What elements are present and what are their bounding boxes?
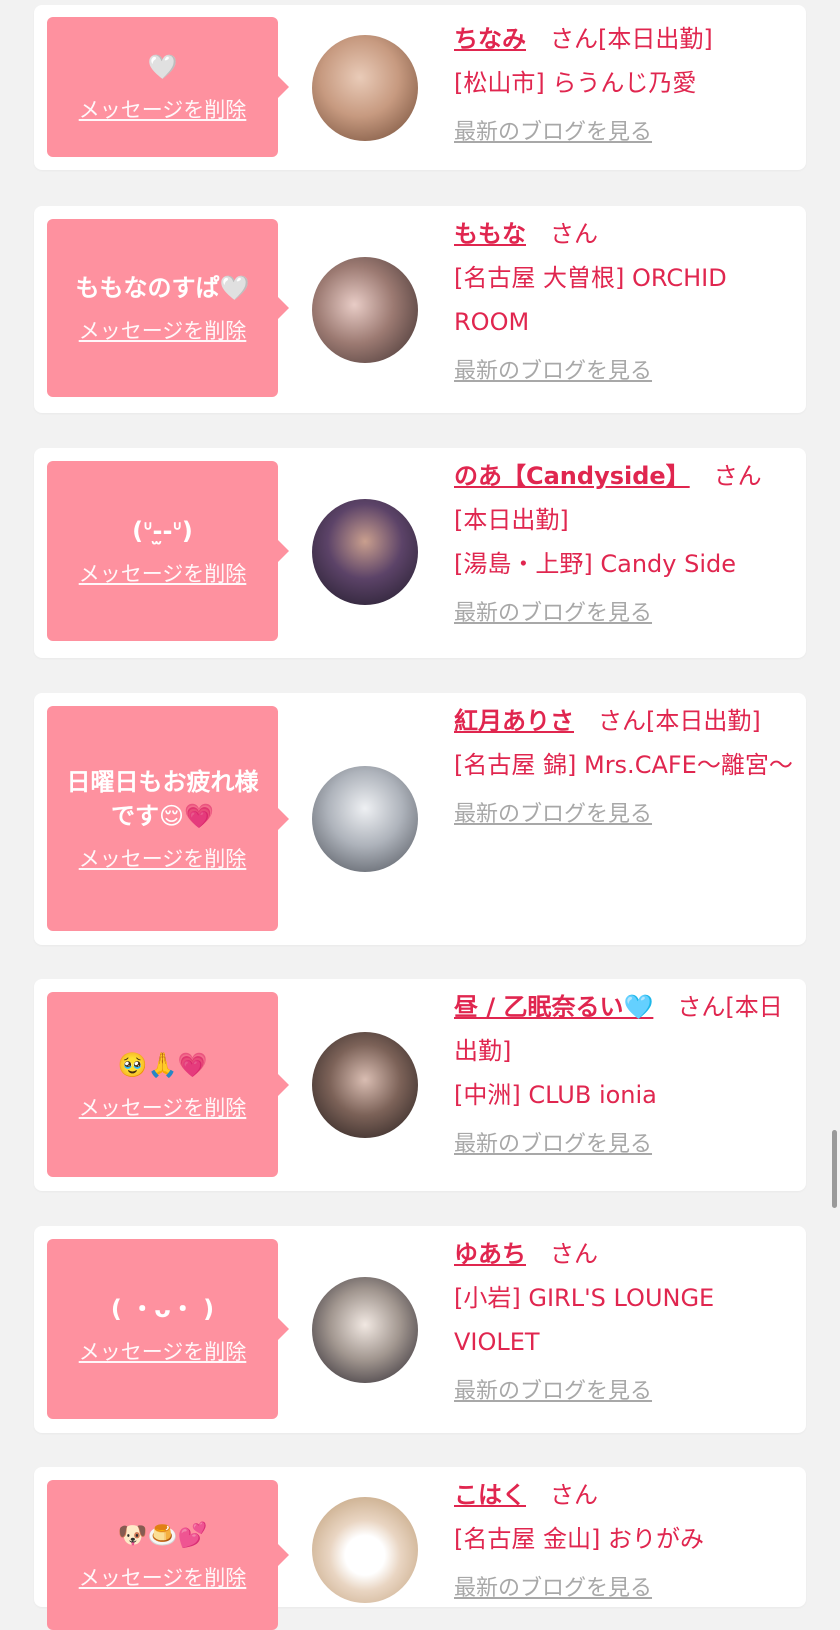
latest-blog-link[interactable]: 最新のブログを見る xyxy=(454,1125,799,1165)
cast-name-link[interactable]: 昼 / 乙眠奈るい🩵 xyxy=(454,993,653,1021)
message-card: 🤍 メッセージを削除 ちなみ さん[本日出勤] [松山市] らうんじ乃愛 最新のブ… xyxy=(34,5,806,170)
card-info: 紅月ありさ さん[本日出勤] [名古屋 錦] Mrs.CAFE〜離宮〜 最新のブロ… xyxy=(454,699,799,835)
delete-message-link[interactable]: メッセージを削除 xyxy=(79,843,247,873)
shop-name: [湯島・上野] Candy Side xyxy=(454,550,736,578)
honorific: さん xyxy=(550,1481,598,1509)
message-card: (ᐡ-̫-ᐡ) メッセージを削除 のあ【Candyside】 さん [本日出勤] … xyxy=(34,448,806,658)
latest-blog-link[interactable]: 最新のブログを見る xyxy=(454,352,799,392)
message-bubble: ももなのすぱ🤍 メッセージを削除 xyxy=(47,219,289,397)
message-text: 日曜日もお疲れ様です😌💗 xyxy=(66,767,259,830)
delete-message-link[interactable]: メッセージを削除 xyxy=(79,1562,247,1592)
honorific: さん xyxy=(713,462,762,490)
latest-blog-link[interactable]: 最新のブログを見る xyxy=(454,1372,799,1412)
latest-blog-link[interactable]: 最新のブログを見る xyxy=(454,594,799,634)
shop-name: [名古屋 金山] おりがみ xyxy=(454,1525,704,1553)
cast-name-link[interactable]: のあ【Candyside】 xyxy=(454,462,690,490)
cast-name-link[interactable]: 紅月ありさ xyxy=(454,707,574,735)
avatar[interactable] xyxy=(312,1497,418,1603)
avatar[interactable] xyxy=(312,499,418,605)
message-text: 🐶🍮💕 xyxy=(117,1521,208,1549)
message-card: ( ・ᴗ・ ) メッセージを削除 ゆあち さん [小岩] GIRL'S LOUNG… xyxy=(34,1226,806,1433)
honorific: さん xyxy=(550,1240,598,1268)
card-info: のあ【Candyside】 さん [本日出勤] [湯島・上野] Candy Sid… xyxy=(454,454,799,634)
card-info: ゆあち さん [小岩] GIRL'S LOUNGE VIOLET 最新のブログを見… xyxy=(454,1232,799,1412)
attendance-status: [本日出勤] xyxy=(454,506,569,534)
message-bubble: (ᐡ-̫-ᐡ) メッセージを削除 xyxy=(47,461,289,641)
message-card: 🥹🙏💗 メッセージを削除 昼 / 乙眠奈るい🩵 さん[本日出勤] [中洲] CLU… xyxy=(34,979,806,1191)
latest-blog-link[interactable]: 最新のブログを見る xyxy=(454,795,799,835)
shop-name: [名古屋 錦] Mrs.CAFE〜離宮〜 xyxy=(454,751,793,779)
shop-name: [松山市] らうんじ乃愛 xyxy=(454,69,697,97)
message-card: 🐶🍮💕 メッセージを削除 こはく さん [名古屋 金山] おりがみ 最新のブログを… xyxy=(34,1467,806,1630)
delete-message-link[interactable]: メッセージを削除 xyxy=(79,315,247,345)
message-bubble: 日曜日もお疲れ様です😌💗 メッセージを削除 xyxy=(47,706,289,931)
message-card: ももなのすぱ🤍 メッセージを削除 ももな さん [名古屋 大曽根] ORCHID … xyxy=(34,206,806,413)
honorific: さん xyxy=(598,707,646,735)
message-text: ( ・ᴗ・ ) xyxy=(110,1295,215,1323)
cast-name-link[interactable]: ちなみ xyxy=(454,25,526,53)
message-bubble: 🐶🍮💕 メッセージを削除 xyxy=(47,1480,289,1630)
scrollbar[interactable] xyxy=(832,1130,837,1208)
avatar[interactable] xyxy=(312,1032,418,1138)
attendance-status: [本日出勤] xyxy=(598,25,713,53)
message-text: (ᐡ-̫-ᐡ) xyxy=(132,517,193,545)
card-info: こはく さん [名古屋 金山] おりがみ 最新のブログを見る xyxy=(454,1473,799,1609)
honorific: さん xyxy=(677,993,726,1021)
shop-name: [中洲] CLUB ionia xyxy=(454,1081,657,1109)
avatar[interactable] xyxy=(312,257,418,363)
attendance-status: [本日出勤] xyxy=(646,707,761,735)
delete-message-link[interactable]: メッセージを削除 xyxy=(79,558,247,588)
message-text: ももなのすぱ🤍 xyxy=(75,274,250,302)
shop-name: [名古屋 大曽根] ORCHID ROOM xyxy=(454,264,727,336)
message-bubble: 🤍 メッセージを削除 xyxy=(47,17,289,157)
avatar[interactable] xyxy=(312,1277,418,1383)
message-text: 🤍 xyxy=(147,53,178,81)
card-info: ちなみ さん[本日出勤] [松山市] らうんじ乃愛 最新のブログを見る xyxy=(454,17,799,153)
cast-name-link[interactable]: こはく xyxy=(454,1481,526,1509)
avatar[interactable] xyxy=(312,35,418,141)
delete-message-link[interactable]: メッセージを削除 xyxy=(79,1336,247,1366)
honorific: さん xyxy=(550,220,598,248)
cast-name-link[interactable]: ももな xyxy=(454,220,526,248)
card-info: 昼 / 乙眠奈るい🩵 さん[本日出勤] [中洲] CLUB ionia 最新のブロ… xyxy=(454,985,799,1165)
card-info: ももな さん [名古屋 大曽根] ORCHID ROOM 最新のブログを見る xyxy=(454,212,799,392)
delete-message-link[interactable]: メッセージを削除 xyxy=(79,94,247,124)
message-card: 日曜日もお疲れ様です😌💗 メッセージを削除 紅月ありさ さん[本日出勤] [名古屋… xyxy=(34,693,806,945)
message-bubble: ( ・ᴗ・ ) メッセージを削除 xyxy=(47,1239,289,1419)
shop-name: [小岩] GIRL'S LOUNGE VIOLET xyxy=(454,1284,715,1356)
honorific: さん xyxy=(550,25,598,53)
message-bubble: 🥹🙏💗 メッセージを削除 xyxy=(47,992,289,1177)
latest-blog-link[interactable]: 最新のブログを見る xyxy=(454,1569,799,1609)
cast-name-link[interactable]: ゆあち xyxy=(454,1240,526,1268)
latest-blog-link[interactable]: 最新のブログを見る xyxy=(454,113,799,153)
avatar[interactable] xyxy=(312,766,418,872)
delete-message-link[interactable]: メッセージを削除 xyxy=(79,1092,247,1122)
message-text: 🥹🙏💗 xyxy=(117,1050,208,1079)
